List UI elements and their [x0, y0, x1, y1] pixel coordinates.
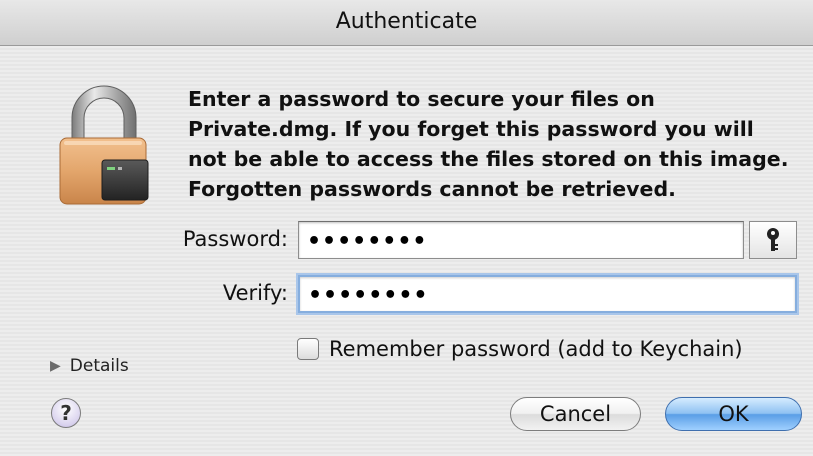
details-label[interactable]: Details — [70, 356, 129, 376]
message-line: not be able to access the files stored o… — [188, 147, 789, 171]
verify-label: Verify: — [222, 281, 288, 305]
password-label: Password: — [182, 227, 288, 251]
remember-password-checkbox[interactable] — [297, 338, 319, 360]
details-disclosure[interactable]: ▶ Details — [50, 356, 129, 376]
dialog-message: Enter a password to secure your files on… — [188, 84, 800, 204]
password-field[interactable] — [298, 221, 744, 259]
window-title: Authenticate — [335, 9, 478, 34]
padlock-disk-image-icon — [59, 85, 149, 205]
verify-field[interactable] — [298, 275, 797, 313]
message-line: Enter a password to secure your files on — [188, 87, 655, 111]
cancel-button[interactable]: Cancel — [510, 397, 641, 431]
password-assistant-button[interactable] — [749, 221, 797, 259]
ok-button[interactable]: OK — [665, 397, 802, 431]
message-line: Forgotten passwords cannot be retrieved. — [188, 177, 676, 201]
help-button[interactable]: ? — [51, 398, 81, 428]
title-bar[interactable]: Authenticate — [0, 0, 813, 46]
message-line: Private.dmg. If you forget this password… — [188, 117, 754, 141]
remember-password-option[interactable]: Remember password (add to Keychain) — [297, 334, 743, 364]
remember-password-label[interactable]: Remember password (add to Keychain) — [329, 337, 743, 361]
key-icon — [767, 228, 779, 251]
disclosure-triangle-icon[interactable]: ▶ — [50, 358, 61, 374]
